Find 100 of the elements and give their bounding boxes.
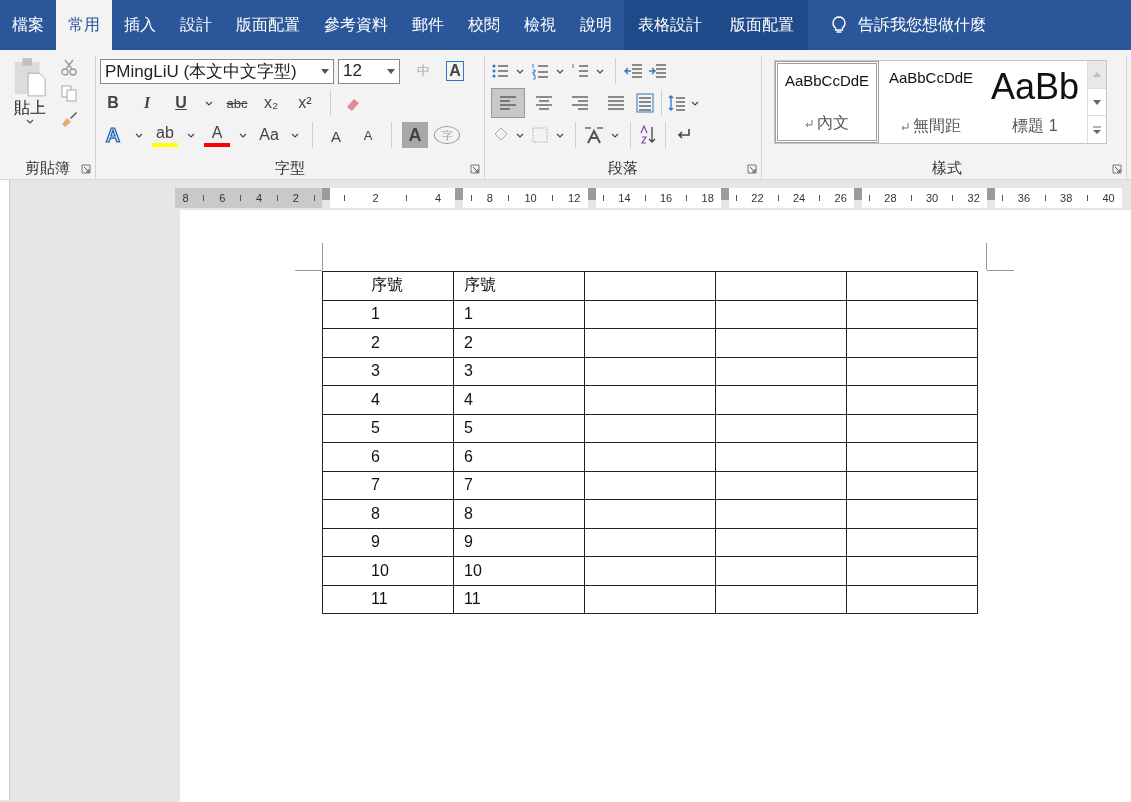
table-cell: 2 [453, 328, 585, 357]
dropdown-icon[interactable] [321, 68, 329, 74]
ribbon-tab[interactable]: 說明 [568, 0, 624, 50]
lightbulb-icon[interactable] [830, 15, 848, 35]
table-cell: 8 [453, 499, 585, 528]
align-right-icon [571, 96, 589, 110]
ruler-number: 38 [1060, 192, 1073, 204]
font-size-field[interactable]: 12 [338, 58, 400, 84]
scissors-icon[interactable] [60, 58, 78, 76]
ruler-number: 22 [751, 192, 764, 204]
scroll-down-icon[interactable] [1093, 98, 1101, 106]
bullet-list-icon[interactable] [491, 62, 509, 80]
gallery-scrollbar[interactable] [1087, 61, 1106, 143]
ruler-number: 2 [372, 192, 379, 204]
ribbon-tab[interactable]: 版面配置 [716, 0, 808, 50]
dropdown-icon[interactable] [135, 132, 143, 138]
ruler-number: 18 [701, 192, 714, 204]
align-button[interactable] [491, 88, 525, 118]
dropdown-icon[interactable] [596, 68, 604, 74]
column-marker[interactable] [455, 188, 463, 200]
ribbon-tab[interactable]: 插入 [112, 0, 168, 50]
highlight-button[interactable]: ab [152, 123, 178, 147]
ribbon-tab[interactable]: 常用 [56, 0, 112, 50]
align-center-icon [535, 96, 553, 110]
dropdown-icon[interactable] [556, 132, 564, 138]
table-cell: 7 [322, 471, 454, 500]
paste-button[interactable]: 貼上 [4, 56, 56, 157]
table-cell: 1 [453, 300, 585, 329]
ruler-number: 24 [792, 192, 806, 204]
ruler-number: 6 [219, 192, 226, 204]
format-button[interactable]: x² [292, 90, 318, 116]
numbered-list-icon[interactable] [531, 62, 549, 80]
strike-button[interactable]: abc [224, 90, 250, 116]
underline-button[interactable]: U [168, 90, 194, 116]
italic-button[interactable]: I [134, 90, 160, 116]
dialog-launcher-icon[interactable] [81, 164, 91, 174]
ribbon-tab[interactable]: 參考資料 [312, 0, 400, 50]
column-marker[interactable] [854, 188, 862, 200]
style-item[interactable]: AaBb 標題 1 [983, 61, 1087, 143]
table-cell: 3 [322, 357, 454, 386]
sort-icon[interactable] [639, 125, 657, 145]
distributed-icon[interactable] [635, 93, 655, 113]
table-cell: 9 [453, 528, 585, 557]
dropdown-icon[interactable] [205, 100, 213, 106]
ribbon-tab[interactable]: 校閱 [456, 0, 512, 50]
ribbon-tab[interactable]: 表格設計 [624, 0, 716, 50]
table-cell: 4 [322, 385, 454, 414]
line-spacing-icon[interactable] [668, 94, 686, 112]
column-marker[interactable] [322, 188, 330, 200]
ruler-number: 26 [834, 192, 847, 204]
shrink-button[interactable]: A [355, 122, 381, 148]
character-border-button[interactable]: A [446, 61, 464, 81]
table-cell: 序號 [322, 271, 454, 300]
ribbon-tab[interactable]: 郵件 [400, 0, 456, 50]
dialog-launcher-icon[interactable] [747, 164, 757, 174]
dropdown-icon[interactable] [387, 68, 395, 74]
dropdown-icon[interactable] [611, 132, 619, 138]
dropdown-icon[interactable] [187, 132, 195, 138]
column-marker[interactable] [721, 188, 729, 200]
column-marker[interactable] [987, 188, 995, 200]
bold-button[interactable]: B [100, 90, 126, 116]
tell-me-field[interactable]: 告訴我您想做什麼 [858, 14, 986, 36]
dropdown-icon[interactable] [239, 132, 247, 138]
table-cell: 5 [322, 414, 454, 443]
format-button[interactable]: x₂ [258, 90, 284, 116]
ruler-number: 16 [659, 192, 673, 204]
format-button[interactable]: Aa [256, 122, 282, 148]
column-marker[interactable] [588, 188, 596, 200]
table-cell: 6 [322, 442, 454, 471]
dropdown-icon[interactable] [691, 100, 699, 106]
multilevel-list-icon[interactable] [571, 62, 589, 80]
dropdown-icon[interactable] [556, 68, 564, 74]
dropdown-icon[interactable] [516, 132, 524, 138]
table-cell: 3 [453, 357, 585, 386]
decrease-indent-icon[interactable] [624, 63, 644, 79]
style-item[interactable]: AaBbCcDdE 內文 [775, 61, 879, 143]
clipboard-icon [13, 56, 47, 98]
file-tab[interactable]: 檔案 [0, 0, 56, 50]
increase-indent-icon[interactable] [648, 63, 668, 79]
font-name-field[interactable]: PMingLiU (本文中文字型) [100, 58, 334, 84]
ruler-number: 28 [884, 192, 897, 204]
dropdown-icon[interactable] [516, 68, 524, 74]
group-label: 字型 [275, 158, 305, 178]
ribbon-tab[interactable]: 設計 [168, 0, 224, 50]
more-icon[interactable] [1093, 125, 1101, 134]
fontcolor-button[interactable]: A [204, 123, 230, 147]
dropdown-icon[interactable] [291, 132, 299, 138]
ruler-number: 40 [1102, 192, 1115, 204]
dialog-launcher-icon[interactable] [1112, 164, 1122, 174]
dropdown-icon[interactable] [26, 119, 34, 124]
grow-button[interactable]: A [323, 122, 349, 148]
style-item[interactable]: AaBbCcDdE 無間距 [879, 61, 983, 143]
ribbon-tab[interactable]: 版面配置 [224, 0, 312, 50]
table-cell: 11 [322, 585, 454, 614]
character-spacing-icon[interactable] [584, 125, 604, 145]
shade-button[interactable]: A [402, 122, 428, 148]
ruler-number: 32 [967, 192, 980, 204]
ribbon-tab[interactable]: 檢視 [512, 0, 568, 50]
ruler-number: 4 [435, 192, 442, 204]
dialog-launcher-icon[interactable] [470, 164, 480, 174]
